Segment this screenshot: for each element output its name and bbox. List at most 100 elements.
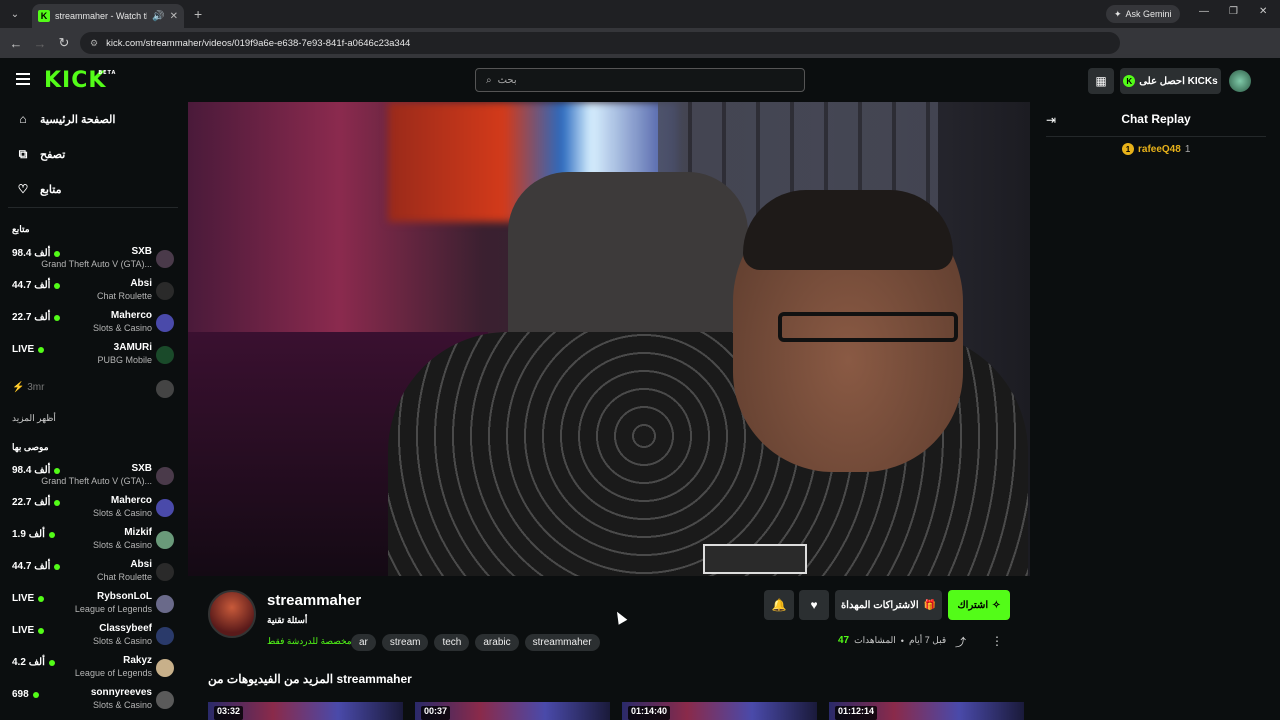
viewer-count-text: 698	[12, 689, 29, 700]
video-thumbnail[interactable]: 00:37	[415, 702, 610, 720]
sidebar-item-following[interactable]: ♡ متابع	[16, 179, 62, 199]
new-tab-icon[interactable]: +	[194, 6, 202, 22]
reload-icon[interactable]: ↻	[52, 35, 76, 51]
site-info-icon[interactable]: ⚙	[90, 38, 98, 49]
viewer-count: LIVE	[12, 344, 45, 355]
browse-icon: ⧉	[18, 146, 28, 161]
live-dot-icon	[54, 250, 61, 257]
sidebar-divider	[8, 207, 178, 208]
channel-avatar	[156, 627, 174, 645]
forward-icon[interactable]: →	[28, 36, 52, 51]
following-channel[interactable]: 44.7 ألف Absi Chat Roulette	[12, 278, 176, 308]
address-bar[interactable]: ⚙ kick.com/streammaher/videos/019f9a6e-e…	[80, 32, 1120, 54]
live-dot-icon	[38, 595, 45, 602]
channel-name: sonnyreeves	[90, 687, 152, 698]
channel-category: Slots & Casino	[92, 540, 152, 550]
chat-mode-label: مخصصة للدردشة فقط	[267, 636, 352, 646]
recommended-channel[interactable]: 44.7 ألف Absi Chat Roulette	[12, 559, 176, 589]
channel-avatar	[156, 691, 174, 709]
tag[interactable]: stream	[381, 634, 429, 651]
layout-toggle-button[interactable]: ▦	[1088, 68, 1114, 94]
browser-tab[interactable]: K streammaher - Watch the V 🔊 ✕	[32, 4, 184, 28]
meta-separator: •	[900, 635, 904, 646]
channel-category: League of Legends	[74, 668, 152, 678]
viewer-count: LIVE	[12, 593, 45, 604]
channel-category: PUBG Mobile	[97, 355, 152, 365]
menu-icon[interactable]	[16, 73, 30, 85]
chat-text: 1	[1184, 143, 1191, 155]
tag[interactable]: ar	[351, 634, 376, 651]
viewer-count: LIVE	[12, 625, 45, 636]
video-frame-glasses	[778, 312, 958, 342]
ask-gemini-button[interactable]: ✦ Ask Gemini	[1106, 5, 1180, 23]
close-window-icon[interactable]: ✕	[1259, 6, 1267, 17]
live-dot-icon	[54, 499, 61, 506]
gift-subs-button[interactable]: الاشتراكات المهداة 🎁	[835, 590, 942, 620]
channel-name: Absi	[130, 559, 152, 570]
minimize-icon[interactable]: —	[1199, 6, 1209, 17]
url-text: kick.com/streammaher/videos/019f9a6e-e63…	[106, 37, 411, 49]
heart-icon: ♥	[810, 598, 818, 612]
audio-icon[interactable]: 🔊	[152, 11, 164, 22]
recommended-channel[interactable]: 1.9 ألف Mizkif Slots & Casino	[12, 527, 176, 557]
viewer-count-text: LIVE	[12, 625, 35, 636]
channel-name: Absi	[130, 278, 152, 289]
recommended-channel[interactable]: LIVE Classybeef Slots & Casino	[12, 623, 176, 653]
channel-avatar	[156, 659, 174, 677]
channel-name: Mizkif	[124, 527, 152, 538]
tag[interactable]: streammaher	[524, 634, 600, 651]
video-thumbnail[interactable]: 03:32	[208, 702, 403, 720]
chat-username[interactable]: rafeeQ48	[1138, 144, 1181, 155]
following-channel[interactable]: LIVE 3AMURi PUBG Mobile	[12, 342, 176, 372]
viewer-count: 4.2 ألف	[12, 657, 55, 668]
streamer-avatar[interactable]	[208, 590, 256, 638]
recommended-channel[interactable]: 4.2 ألف Rakyz League of Legends	[12, 655, 176, 685]
back-icon[interactable]: ←	[4, 36, 28, 51]
offline-channel[interactable]: ⚡ 3mr	[12, 382, 44, 393]
share-icon[interactable]: ⤴	[955, 634, 966, 650]
following-channel[interactable]: 98.4 ألف SXB Grand Theft Auto V (GTA)...	[12, 246, 176, 276]
show-more-link[interactable]: أظهر المزيد	[12, 413, 56, 424]
tab-search-icon[interactable]: ⌄	[4, 3, 26, 25]
sidebar-item-label: الصفحة الرئيسية	[40, 113, 116, 126]
more-options-icon[interactable]: ⋮	[991, 634, 1003, 648]
following-channel[interactable]: 22.7 ألف Maherco Slots & Casino	[12, 310, 176, 340]
video-thumbnail[interactable]: 01:12:14	[829, 702, 1024, 720]
viewer-count-text: 44.7 ألف	[12, 561, 51, 572]
live-dot-icon	[48, 531, 55, 538]
channel-category: Slots & Casino	[92, 636, 152, 646]
sidebar-item-home[interactable]: ⌂ الصفحة الرئيسية	[16, 109, 115, 129]
channel-avatar	[156, 250, 174, 268]
maximize-icon[interactable]: ❐	[1229, 6, 1238, 17]
get-kicks-button[interactable]: K احصل على KICKs	[1120, 68, 1221, 94]
notifications-button[interactable]: 🔔	[764, 590, 794, 620]
video-thumbnail[interactable]: 01:14:40	[622, 702, 817, 720]
tag[interactable]: tech	[434, 634, 470, 651]
channel-category: Chat Roulette	[96, 291, 152, 301]
channel-name: Maherco	[110, 310, 152, 321]
live-dot-icon	[54, 314, 61, 321]
follow-button[interactable]: ♥	[799, 590, 829, 620]
recommended-channel[interactable]: LIVE RybsonLoL League of Legends	[12, 591, 176, 621]
tab-close-icon[interactable]: ✕	[170, 11, 178, 22]
recommended-channel[interactable]: 98.4 ألف SXB Grand Theft Auto V (GTA)...	[12, 463, 176, 493]
kick-logo[interactable]: KICK BETA	[44, 68, 115, 93]
subscribe-label: اشتراك	[957, 599, 989, 611]
search-input[interactable]: ⌕ بحث	[475, 68, 805, 92]
tag[interactable]: arabic	[475, 634, 519, 651]
kicks-coin-icon: K	[1123, 75, 1136, 87]
video-player[interactable]	[188, 102, 1030, 576]
subscribe-button[interactable]: اشتراك ✧	[948, 590, 1010, 620]
channel-category: League of Legends	[74, 604, 152, 614]
gift-icon: 🎁	[923, 599, 937, 611]
recommended-channel[interactable]: 22.7 ألف Maherco Slots & Casino	[12, 495, 176, 525]
sidebar-item-browse[interactable]: ⧉ تصفح	[16, 144, 66, 164]
channel-name: SXB	[131, 463, 152, 474]
recommended-channel[interactable]: 698 sonnyreeves Slots & Casino	[12, 687, 176, 717]
streamer-name[interactable]: streammaher	[267, 592, 361, 609]
live-dot-icon	[54, 467, 61, 474]
user-avatar[interactable]	[1229, 70, 1251, 92]
live-dot-icon	[38, 346, 45, 353]
channel-name: Classybeef	[99, 623, 152, 634]
tab-title: streammaher - Watch the V	[55, 11, 147, 21]
